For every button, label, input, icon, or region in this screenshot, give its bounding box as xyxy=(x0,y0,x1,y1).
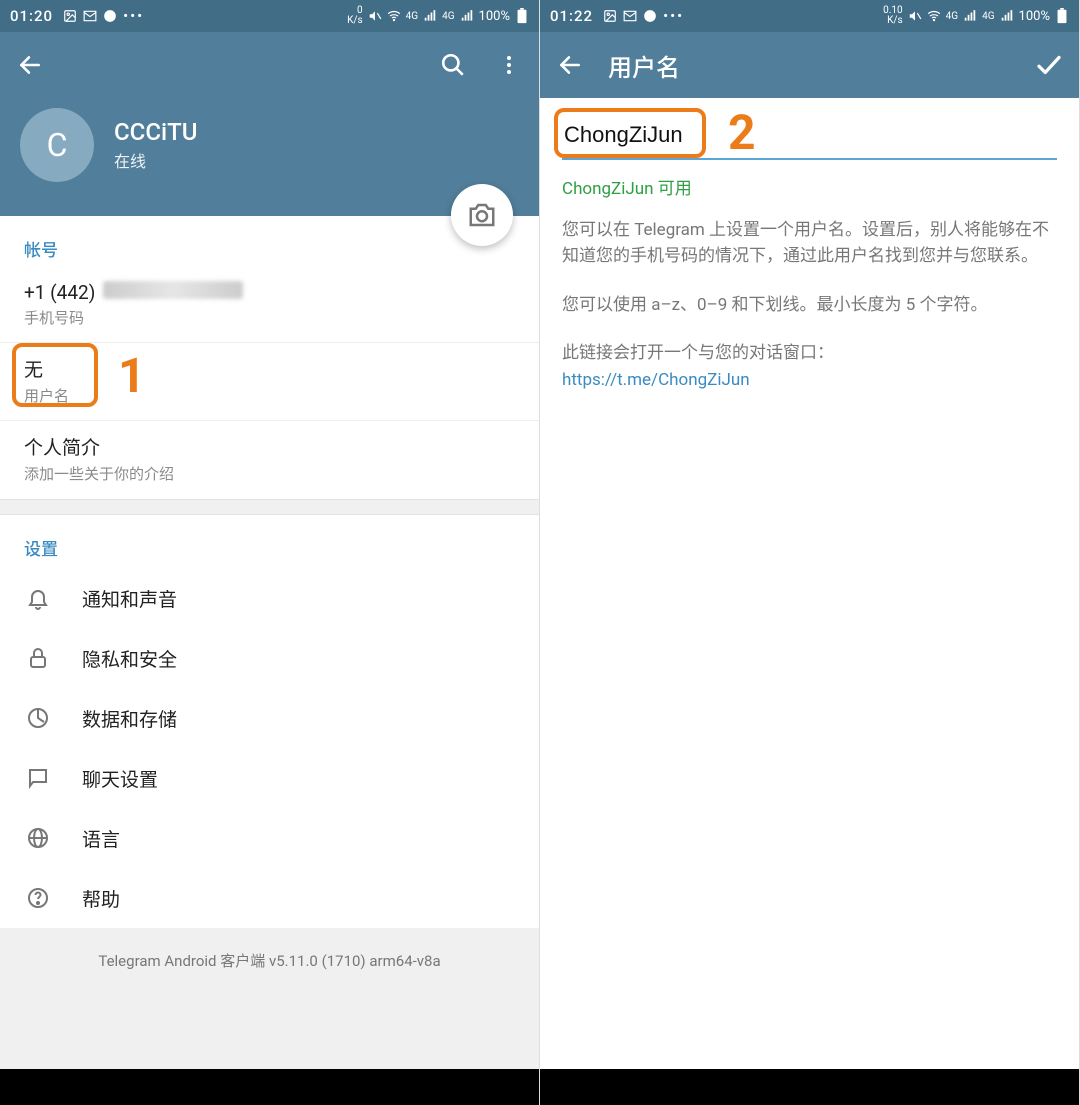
username-form: 2 ChongZiJun 可用 您可以在 Telegram 上设置一个用户名。设… xyxy=(540,98,1079,408)
android-navbar xyxy=(540,1069,1079,1105)
username-available: ChongZiJun 可用 xyxy=(562,174,1057,199)
mail-icon xyxy=(623,9,637,23)
settings-header: 设置 xyxy=(0,515,539,568)
network-speed: 0.10K/s xyxy=(883,6,903,26)
net-4g-2: 4G xyxy=(442,11,454,22)
lock-icon xyxy=(24,644,52,672)
profile-name: CCCiTU xyxy=(114,118,197,146)
version-footer: Telegram Android 客户端 v5.11.0 (1710) arm6… xyxy=(0,928,539,1069)
username-label: 用户名 xyxy=(24,385,515,406)
profile-header: C CCCiTU 在线 xyxy=(0,98,539,216)
statusbar: 01:20 ••• 0K/s 4G 4G 100% xyxy=(0,0,539,32)
setting-label: 通知和声音 xyxy=(82,585,177,612)
battery-icon xyxy=(515,9,529,23)
chat-bubble-icon xyxy=(103,9,117,23)
camera-fab[interactable] xyxy=(451,184,513,246)
wifi-icon xyxy=(387,9,401,23)
setting-label: 隐私和安全 xyxy=(82,645,177,672)
section-divider xyxy=(0,499,539,515)
setting-label: 数据和存储 xyxy=(82,705,177,732)
mute-icon xyxy=(908,9,922,23)
network-speed: 0K/s xyxy=(347,6,363,26)
image-icon xyxy=(63,9,77,23)
status-time: 01:20 xyxy=(10,7,53,25)
signal-icon-2 xyxy=(1000,9,1014,23)
bio-row[interactable]: 个人简介 添加一些关于你的介绍 xyxy=(0,421,539,499)
screen-username-edit: 01:22 ••• 0.10K/s 4G 4G 100% 用户名 xyxy=(540,0,1080,1105)
setting-chat[interactable]: 聊天设置 xyxy=(0,748,539,808)
chat-bubble-icon xyxy=(643,9,657,23)
back-icon[interactable] xyxy=(12,47,48,83)
phone-label: 手机号码 xyxy=(24,307,515,328)
data-icon xyxy=(24,704,52,732)
setting-language[interactable]: 语言 xyxy=(0,808,539,868)
screen-settings: 01:20 ••• 0K/s 4G 4G 100% xyxy=(0,0,540,1105)
setting-help[interactable]: 帮助 xyxy=(0,868,539,928)
setting-label: 帮助 xyxy=(82,885,120,912)
username-input[interactable] xyxy=(562,116,1057,160)
phone-prefix: +1 (442) xyxy=(24,281,95,304)
help-text-3: 此链接会打开一个与您的对话窗口： xyxy=(562,340,1057,366)
signal-icon-1 xyxy=(423,9,437,23)
mute-icon xyxy=(368,9,382,23)
net-4g-1: 4G xyxy=(406,11,418,22)
battery-pct: 100% xyxy=(479,9,510,24)
page-title: 用户名 xyxy=(608,48,680,83)
status-time: 01:22 xyxy=(550,7,593,25)
help-icon xyxy=(24,884,52,912)
battery-pct: 100% xyxy=(1019,9,1050,24)
setting-label: 聊天设置 xyxy=(82,765,158,792)
setting-notifications[interactable]: 通知和声音 xyxy=(0,568,539,628)
battery-icon xyxy=(1055,9,1069,23)
help-text-1: 您可以在 Telegram 上设置一个用户名。设置后，别人将能够在不知道您的手机… xyxy=(562,217,1057,270)
signal-icon-1 xyxy=(963,9,977,23)
overflow-menu-icon[interactable] xyxy=(491,47,527,83)
android-navbar xyxy=(0,1069,539,1105)
phone-row[interactable]: +1 (442) 手机号码 xyxy=(0,269,539,343)
username-value: 无 xyxy=(24,355,515,382)
wifi-icon xyxy=(927,9,941,23)
confirm-check-icon[interactable] xyxy=(1031,47,1067,83)
search-icon[interactable] xyxy=(435,47,471,83)
net-4g-1: 4G xyxy=(946,11,958,22)
net-4g-2: 4G xyxy=(982,11,994,22)
statusbar: 01:22 ••• 0.10K/s 4G 4G 100% xyxy=(540,0,1079,32)
setting-privacy[interactable]: 隐私和安全 xyxy=(0,628,539,688)
bell-icon xyxy=(24,584,52,612)
avatar[interactable]: C xyxy=(20,108,94,182)
appbar xyxy=(0,32,539,98)
mail-icon xyxy=(83,9,97,23)
appbar: 用户名 xyxy=(540,32,1079,98)
username-row[interactable]: 无 用户名 1 xyxy=(0,343,539,421)
more-dots-icon: ••• xyxy=(663,7,684,25)
more-dots-icon: ••• xyxy=(123,7,144,25)
bio-hint: 添加一些关于你的介绍 xyxy=(24,463,515,484)
signal-icon-2 xyxy=(460,9,474,23)
image-icon xyxy=(603,9,617,23)
username-link[interactable]: https://t.me/ChongZiJun xyxy=(562,370,1057,390)
help-text-2: 您可以使用 a–z、0–9 和下划线。最小长度为 5 个字符。 xyxy=(562,292,1057,318)
profile-status: 在线 xyxy=(114,148,197,172)
setting-data[interactable]: 数据和存储 xyxy=(0,688,539,748)
chat-icon xyxy=(24,764,52,792)
back-icon[interactable] xyxy=(552,47,588,83)
bio-title: 个人简介 xyxy=(24,433,515,460)
globe-icon xyxy=(24,824,52,852)
phone-blurred xyxy=(103,281,243,299)
setting-label: 语言 xyxy=(82,825,120,852)
